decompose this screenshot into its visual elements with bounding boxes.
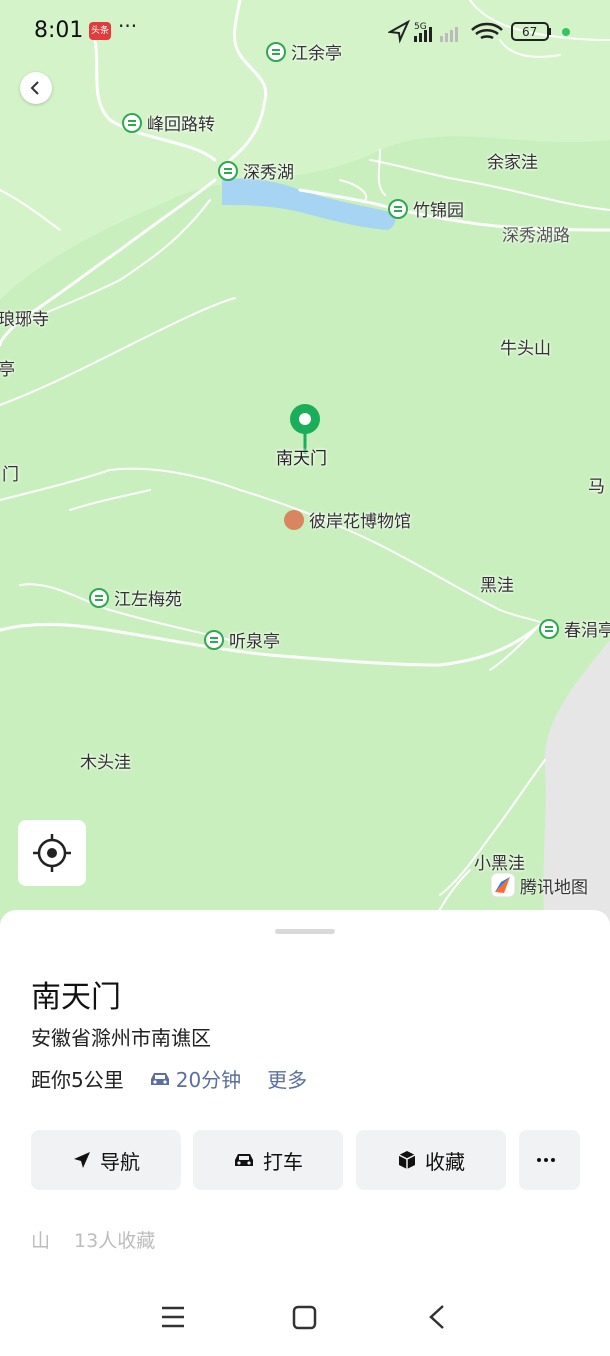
favorite-label: 收藏 <box>425 1149 465 1174</box>
more-notifications-icon: ··· <box>118 14 138 38</box>
signal-icon-2 <box>440 27 458 42</box>
status-time: 8:01 <box>34 18 84 43</box>
taxi-label: 打车 <box>263 1149 303 1174</box>
place-title: 南天门 <box>31 980 121 1015</box>
drive-time-label: 20分钟 <box>175 1068 242 1092</box>
map-view[interactable]: 8:01 头条 ··· 5G 67 江余亭 峰回路转 深秀湖 竹锦园 彼岸花博物… <box>0 0 610 930</box>
home-icon[interactable] <box>292 1305 317 1330</box>
poi-label: 春涓亭 <box>564 621 610 641</box>
more-actions-button[interactable] <box>519 1130 580 1190</box>
pavilion-icon <box>218 160 238 181</box>
battery-level: 67 <box>522 25 537 39</box>
pavilion-icon <box>266 41 286 62</box>
poi-jiangyuting[interactable]: 江余亭 <box>266 39 342 64</box>
poi-label: 江余亭 <box>291 44 342 64</box>
taxi-button[interactable]: 打车 <box>193 1130 343 1190</box>
museum-icon <box>284 509 304 530</box>
tencent-maps-logo-icon <box>490 872 516 898</box>
chevron-left-icon <box>30 81 39 95</box>
road-label: 深秀湖路 <box>502 226 570 246</box>
navigation-arrow-icon <box>74 1152 90 1168</box>
place-meta: 山 13人收藏 <box>31 1226 155 1253</box>
car-icon <box>150 1072 169 1085</box>
poi-label: 竹锦园 <box>413 201 464 221</box>
poi-tingquanting[interactable]: 听泉亭 <box>204 627 280 652</box>
place-label: 门 <box>2 465 19 485</box>
recent-apps-icon[interactable] <box>162 1306 184 1328</box>
place-label: 小黑洼 <box>474 854 525 874</box>
poi-biyanhua-museum[interactable]: 彼岸花博物馆 <box>284 507 411 532</box>
poi-jiangzuomeiyuan[interactable]: 江左梅苑 <box>89 585 182 610</box>
place-label: 马 <box>588 477 605 497</box>
more-link[interactable]: 更多 <box>267 1064 307 1093</box>
pavilion-icon <box>539 618 559 639</box>
pavilion-icon <box>89 587 109 608</box>
poi-label: 峰回路转 <box>147 115 215 135</box>
wifi-icon <box>471 22 503 40</box>
sheet-drag-handle[interactable] <box>275 929 335 934</box>
app-notification-badge: 头条 <box>89 22 111 40</box>
box-icon <box>398 1151 416 1169</box>
poi-label: 江左梅苑 <box>114 590 182 610</box>
brand-label: 腾讯地图 <box>520 877 588 898</box>
navigate-label: 导航 <box>100 1149 140 1174</box>
navigate-button[interactable]: 导航 <box>31 1130 181 1190</box>
status-icons: 5G 67 <box>388 19 570 44</box>
info-row: 距你5公里 20分钟 更多 <box>31 1064 307 1093</box>
place-label: 亭 <box>0 360 15 380</box>
locate-me-button[interactable] <box>18 820 86 886</box>
poi-label: 听泉亭 <box>229 632 280 652</box>
poi-chunjuanting[interactable]: 春涓亭 <box>539 616 610 641</box>
pavilion-icon <box>388 198 408 219</box>
place-address: 安徽省滁州市南谯区 <box>31 1026 211 1050</box>
action-buttons: 导航 打车 收藏 <box>31 1130 580 1190</box>
poi-fenghuiluzhuan[interactable]: 峰回路转 <box>122 110 215 135</box>
map-brand: 腾讯地图 <box>490 872 588 898</box>
back-icon[interactable] <box>429 1305 444 1329</box>
place-label: 琅琊寺 <box>0 310 49 330</box>
favorite-button[interactable]: 收藏 <box>356 1130 506 1190</box>
pavilion-icon <box>122 112 142 133</box>
place-label: 木头洼 <box>80 753 131 773</box>
ellipsis-icon <box>536 1158 555 1162</box>
place-label: 黑洼 <box>480 576 514 596</box>
privacy-dot <box>562 28 570 36</box>
favorites-count: 13人收藏 <box>74 1230 156 1252</box>
taxi-icon <box>235 1154 253 1166</box>
distance-label: 距你5公里 <box>31 1068 124 1092</box>
place-label: 牛头山 <box>500 339 551 359</box>
back-button[interactable] <box>20 72 52 104</box>
drive-time[interactable]: 20分钟 <box>148 1064 241 1093</box>
poi-zhujinyuan[interactable]: 竹锦园 <box>388 196 464 221</box>
crosshair-icon <box>33 834 71 872</box>
marker-label: 南天门 <box>276 449 327 469</box>
poi-shenxiuhu[interactable]: 深秀湖 <box>218 158 294 183</box>
category-label: 山 <box>31 1230 51 1252</box>
location-icon <box>388 19 411 44</box>
place-label: 余家洼 <box>487 153 538 173</box>
poi-label: 彼岸花博物馆 <box>309 512 411 532</box>
system-navigation-bar <box>162 1305 444 1330</box>
pavilion-icon <box>204 629 224 650</box>
poi-label: 深秀湖 <box>243 163 294 183</box>
